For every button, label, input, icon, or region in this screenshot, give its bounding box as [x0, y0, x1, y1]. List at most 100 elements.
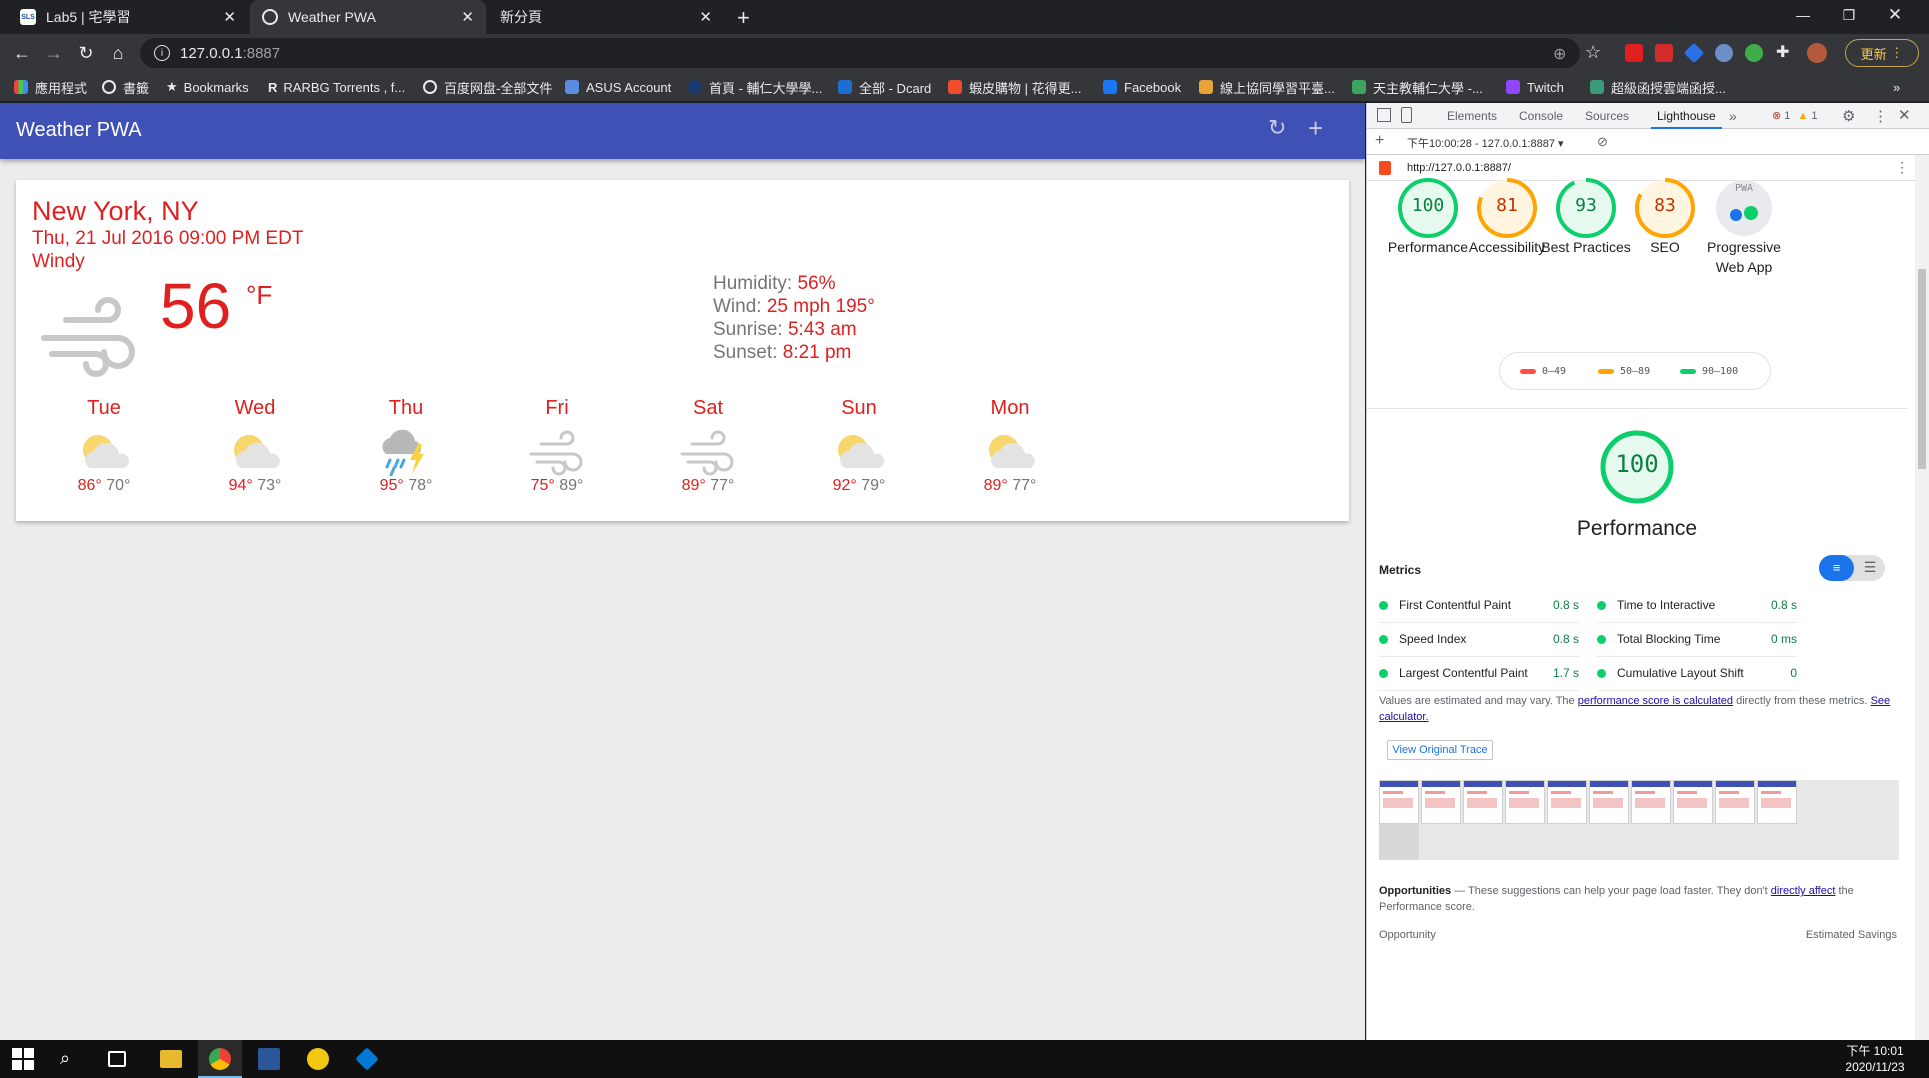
kebab-menu-icon[interactable]: ⋮: [1873, 107, 1888, 125]
bookmark-item[interactable]: Facebook: [1103, 78, 1181, 96]
facebook-icon: [1103, 80, 1117, 94]
forward-icon[interactable]: →: [42, 41, 66, 65]
devtools-tab-console[interactable]: Console: [1519, 103, 1563, 129]
score-gauge[interactable]: 81: [1474, 175, 1540, 241]
bookmark-item[interactable]: Twitch: [1506, 78, 1564, 96]
new-report-plus-icon[interactable]: +: [1375, 132, 1384, 150]
city-name: New York, NY: [32, 196, 199, 226]
bookmark-item[interactable]: 應用程式: [14, 78, 87, 96]
tab-new-tab[interactable]: 新分頁 ✕: [488, 0, 724, 34]
devtools-scrollbar[interactable]: [1915, 155, 1929, 1040]
report-menu-icon[interactable]: ⋮: [1895, 159, 1909, 176]
score-gauge[interactable]: 83: [1632, 175, 1698, 241]
window-close-icon[interactable]: ✕: [1872, 0, 1918, 30]
extensions-puzzle-icon[interactable]: ✚: [1776, 42, 1789, 62]
directly-affect-link[interactable]: directly affect: [1771, 885, 1836, 897]
bookmark-label: 百度网盘-全部文件: [444, 80, 553, 96]
windows-start-icon[interactable]: [12, 1048, 34, 1070]
score-calc-link[interactable]: performance score is calculated: [1578, 695, 1733, 707]
tab-weather-pwa[interactable]: Weather PWA ✕: [250, 0, 486, 34]
bookmark-item[interactable]: R RARBG Torrents , f...: [268, 78, 405, 96]
vscode-icon[interactable]: [355, 1047, 379, 1071]
fju-icon: [688, 80, 702, 94]
filmstrip-frame: [1379, 824, 1419, 860]
tab-label: Weather PWA: [288, 9, 376, 25]
restore-icon[interactable]: ❐: [1826, 0, 1872, 30]
diamond-extension-icon[interactable]: [1683, 42, 1705, 64]
metric-value: 0.8 s: [1770, 598, 1797, 612]
view-original-trace-button[interactable]: View Original Trace: [1387, 740, 1493, 760]
bookmark-item[interactable]: ★ Bookmarks: [166, 78, 249, 96]
issues-counter[interactable]: ⊗ 1 ▲ 1: [1772, 109, 1818, 122]
new-tab-plus-icon[interactable]: +: [737, 5, 750, 31]
bookmark-item[interactable]: 超級函授雲端函授...: [1590, 78, 1726, 96]
update-button[interactable]: 更新 ⋮: [1845, 39, 1919, 67]
extension-red-icon[interactable]: [1655, 44, 1673, 62]
bookmark-item[interactable]: 天主教輔仁大學 -...: [1352, 78, 1483, 96]
devtools-tab-sources[interactable]: Sources: [1585, 103, 1629, 129]
forecast-low: 73°: [252, 477, 282, 494]
reload-icon[interactable]: ↻: [74, 41, 98, 65]
file-explorer-icon[interactable]: [160, 1050, 182, 1068]
legend-label: 0–49: [1542, 366, 1567, 377]
humidity-row: Humidity: 56%: [713, 272, 875, 295]
adblock-plus-icon[interactable]: [1625, 44, 1643, 62]
bookmark-star-icon[interactable]: ☆: [1585, 42, 1601, 63]
bookmark-item[interactable]: 蝦皮購物 | 花得更...: [948, 78, 1081, 96]
extension-green-icon[interactable]: [1745, 44, 1763, 62]
word-icon[interactable]: [258, 1048, 280, 1070]
score-gauge[interactable]: PWA: [1711, 175, 1777, 241]
clear-reports-icon[interactable]: ⊘: [1597, 134, 1608, 150]
report-url: http://127.0.0.1:8887/: [1407, 162, 1511, 174]
home-icon[interactable]: ⌂: [106, 41, 130, 65]
metric-value: 0.8 s: [1552, 598, 1579, 612]
metrics-view-toggle[interactable]: ≡ ☰: [1819, 555, 1885, 581]
report-selector[interactable]: 下午10:00:28 - 127.0.0.1:8887 ▾: [1407, 135, 1564, 151]
expanded-view-icon[interactable]: ☰: [1857, 555, 1883, 581]
back-icon[interactable]: ←: [10, 41, 34, 65]
bookmark-label: 應用程式: [35, 80, 88, 96]
close-tab-icon[interactable]: ✕: [699, 8, 712, 26]
apps-grid-icon: [14, 80, 28, 94]
search-icon[interactable]: ⌕: [60, 1048, 82, 1070]
close-tab-icon[interactable]: ✕: [223, 8, 236, 26]
windows-taskbar: ⌕ 下午 10:01 2020/11/23: [0, 1040, 1929, 1078]
task-view-icon[interactable]: [108, 1051, 126, 1067]
devtools-tab-elements[interactable]: Elements: [1447, 103, 1497, 129]
forecast-low: 79°: [856, 477, 886, 494]
devtools-more-tabs-icon[interactable]: »: [1729, 103, 1737, 129]
close-devtools-icon[interactable]: ✕: [1898, 106, 1911, 124]
minimize-icon[interactable]: —: [1780, 0, 1826, 30]
add-city-icon[interactable]: +: [1308, 113, 1334, 143]
address-bar[interactable]: i 127.0.0.1:8887: [140, 38, 1580, 68]
settings-gear-icon[interactable]: ⚙: [1842, 107, 1855, 125]
inspect-element-icon[interactable]: [1377, 108, 1391, 122]
add-icon[interactable]: ⊕: [1553, 44, 1566, 64]
forecast-day: Thu: [388, 397, 424, 419]
info-icon[interactable]: i: [154, 45, 170, 61]
bookmark-item[interactable]: 書籤: [102, 78, 149, 96]
profile-avatar-icon[interactable]: [1807, 43, 1827, 63]
bookmark-item[interactable]: 線上協同學習平臺...: [1199, 78, 1335, 96]
devtools-tab-lighthouse[interactable]: Lighthouse: [1651, 103, 1722, 129]
bookmark-item[interactable]: 百度网盘-全部文件: [423, 78, 552, 96]
bookmark-item[interactable]: 首頁 - 輔仁大學學...: [688, 78, 822, 96]
bookmark-item[interactable]: ASUS Account: [565, 78, 671, 96]
refresh-icon[interactable]: ↻: [1268, 115, 1294, 141]
system-clock[interactable]: 下午 10:01 2020/11/23: [1835, 1043, 1915, 1075]
bookmarks-overflow-icon[interactable]: »: [1893, 78, 1900, 96]
bookmark-item[interactable]: 全部 - Dcard: [838, 78, 931, 96]
tab-lab5[interactable]: SLS Lab5 | 宅學習 ✕: [8, 0, 248, 34]
scrollbar-thumb[interactable]: [1918, 269, 1926, 469]
score-gauge[interactable]: 93: [1553, 175, 1619, 241]
score-gauge[interactable]: 100: [1395, 175, 1461, 241]
logo-pane: [12, 1060, 22, 1070]
close-tab-icon[interactable]: ✕: [461, 8, 474, 26]
extension-round-icon[interactable]: [1715, 44, 1733, 62]
compact-view-icon[interactable]: ≡: [1819, 555, 1854, 581]
app-yellow-icon[interactable]: [307, 1048, 329, 1070]
chrome-taskbar-button[interactable]: [198, 1040, 242, 1078]
device-toolbar-icon[interactable]: [1401, 107, 1412, 123]
opportunities-heading: Opportunities: [1379, 885, 1452, 897]
metric-value: 1.7 s: [1552, 666, 1579, 680]
